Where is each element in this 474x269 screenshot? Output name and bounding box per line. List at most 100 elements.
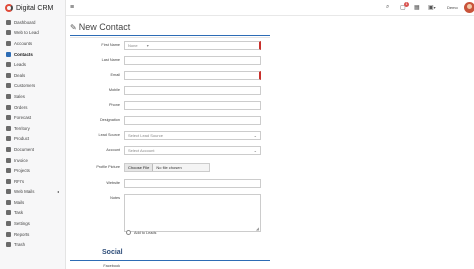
gear-icon xyxy=(6,221,11,227)
chevron-down-icon: ▾ xyxy=(146,43,149,48)
sidebar-item-deals[interactable]: Deals xyxy=(0,70,65,81)
website-label: Website xyxy=(106,181,120,185)
sidebar-item-dashboard[interactable]: Dashboard xyxy=(0,17,65,28)
lead-source-placeholder: Select Lead Source xyxy=(128,133,163,138)
form-row-first-name: First Name None ▾ xyxy=(66,41,266,50)
dashboard-icon xyxy=(6,19,11,25)
topbar: ≡ ⌕ ▢ 1 ▦ ▣▾ Demo xyxy=(66,0,474,16)
notes-label: Notes xyxy=(110,196,120,200)
hamburger-icon[interactable]: ≡ xyxy=(70,4,74,11)
form-row-notes: Notes ◢ xyxy=(66,194,266,234)
form-row-designation: Designation xyxy=(66,116,266,125)
sidebar-nav: Dashboard Web to Lead Accounts Contacts … xyxy=(0,17,65,250)
sidebar-item-label: Invoice xyxy=(14,157,28,163)
cart-icon xyxy=(6,104,11,110)
sidebar-item-label: Territory xyxy=(14,125,30,131)
sidebar-item-orders[interactable]: Orders xyxy=(0,102,65,113)
add-to-leads-row[interactable]: Add to Leads xyxy=(126,230,156,235)
page-title: ✎ New Contact xyxy=(70,22,130,32)
chevron-down-icon: ⌄ xyxy=(253,133,257,138)
account-placeholder: Select Account xyxy=(128,148,155,153)
title-divider xyxy=(70,35,270,36)
add-to-leads-label: Add to Leads xyxy=(134,230,157,235)
first-name-field[interactable]: None ▾ xyxy=(124,41,261,50)
user-name[interactable]: Demo xyxy=(447,5,458,10)
chevron-down-icon: ⌄ xyxy=(253,148,257,153)
sidebar-item-web-mails[interactable]: Web Mails ◂ xyxy=(0,187,65,198)
lead-source-select[interactable]: Select Lead Source ⌄ xyxy=(124,131,261,140)
rfis-icon xyxy=(6,178,11,184)
sidebar-item-settings[interactable]: Settings xyxy=(0,218,65,229)
search-icon[interactable]: ⌕ xyxy=(386,4,389,11)
sidebar-item-forecast[interactable]: Forecast xyxy=(0,112,65,123)
brand[interactable]: Digital CRM xyxy=(0,0,65,16)
mails-icon xyxy=(6,199,11,205)
avatar[interactable] xyxy=(464,2,474,13)
chevron-down-icon: ▾ xyxy=(433,5,436,10)
product-icon xyxy=(6,136,11,142)
account-label: Account xyxy=(106,148,120,152)
sidebar-item-task[interactable]: Task xyxy=(0,208,65,219)
sidebar-item-trash[interactable]: Trash xyxy=(0,239,65,250)
account-select[interactable]: Select Account ⌄ xyxy=(124,146,261,155)
sidebar-item-label: Deals xyxy=(14,72,26,78)
social-section-title: Social xyxy=(102,249,123,256)
calendar-icon[interactable]: ▦ xyxy=(414,4,420,11)
main-content: ✎ New Contact First Name None ▾ Last Nam… xyxy=(66,16,474,269)
salutation-select[interactable]: None xyxy=(128,43,138,48)
form-row-account: Account Select Account ⌄ xyxy=(66,146,266,155)
web-to-lead-icon xyxy=(6,30,11,36)
sidebar-item-web-to-lead[interactable]: Web to Lead xyxy=(0,28,65,39)
sidebar-item-invoice[interactable]: Invoice xyxy=(0,155,65,166)
choose-file-button[interactable]: Choose File xyxy=(125,164,154,171)
grid-icon[interactable]: ▣▾ xyxy=(428,4,436,11)
profile-picture-label: Profile Picture xyxy=(96,165,120,169)
sidebar-item-contacts[interactable]: Contacts xyxy=(0,49,65,60)
trash-icon xyxy=(6,242,11,248)
form-row-profile-picture: Profile Picture Choose File No file chos… xyxy=(66,163,266,172)
mobile-field[interactable] xyxy=(124,86,261,95)
last-name-field[interactable] xyxy=(124,56,261,65)
sidebar-item-rfis[interactable]: RFI's xyxy=(0,176,65,187)
sidebar-item-mails[interactable]: Mails xyxy=(0,197,65,208)
phone-label: Phone xyxy=(109,103,120,107)
sidebar-item-label: Document xyxy=(14,146,35,152)
add-to-leads-checkbox[interactable] xyxy=(126,230,131,235)
sidebar-item-reports[interactable]: Reports xyxy=(0,229,65,240)
phone-field[interactable] xyxy=(124,101,261,110)
sidebar-item-territory[interactable]: Territory xyxy=(0,123,65,134)
edit-icon: ✎ xyxy=(70,22,77,32)
sidebar-item-label: Reports xyxy=(14,231,30,237)
notes-textarea[interactable]: ◢ xyxy=(124,194,261,232)
sales-icon xyxy=(6,93,11,99)
territory-icon xyxy=(6,125,11,131)
reports-icon xyxy=(6,231,11,237)
sidebar-item-projects[interactable]: Projects xyxy=(0,165,65,176)
sidebar-item-product[interactable]: Product xyxy=(0,134,65,145)
designation-field[interactable] xyxy=(124,116,261,125)
sidebar-item-label: Web Mails xyxy=(14,189,35,195)
sidebar-item-sales[interactable]: Sales xyxy=(0,91,65,102)
sidebar-item-document[interactable]: Document xyxy=(0,144,65,155)
social-divider xyxy=(70,260,270,261)
sidebar-item-label: Customers xyxy=(14,83,36,89)
profile-picture-input[interactable]: Choose File No file chosen xyxy=(124,163,210,172)
sidebar-item-leads[interactable]: Leads xyxy=(0,59,65,70)
page-title-text: New Contact xyxy=(78,22,131,32)
sidebar-item-label: Trash xyxy=(14,242,26,248)
resize-grip-icon[interactable]: ◢ xyxy=(256,226,259,231)
lead-source-label: Lead Source xyxy=(98,133,120,137)
leads-icon xyxy=(6,62,11,68)
sidebar-item-label: Dashboard xyxy=(14,19,36,25)
deals-icon xyxy=(6,72,11,78)
sidebar-item-label: Settings xyxy=(14,221,30,227)
sidebar-item-customers[interactable]: Customers xyxy=(0,81,65,92)
sidebar-item-label: Leads xyxy=(14,62,26,68)
website-field[interactable] xyxy=(124,179,261,188)
title-divider-gray xyxy=(70,37,270,38)
form-row-email: Email xyxy=(66,71,266,80)
sidebar-item-label: Projects xyxy=(14,168,30,174)
email-field[interactable] xyxy=(124,71,261,80)
task-icon xyxy=(6,210,11,216)
sidebar-item-accounts[interactable]: Accounts xyxy=(0,38,65,49)
